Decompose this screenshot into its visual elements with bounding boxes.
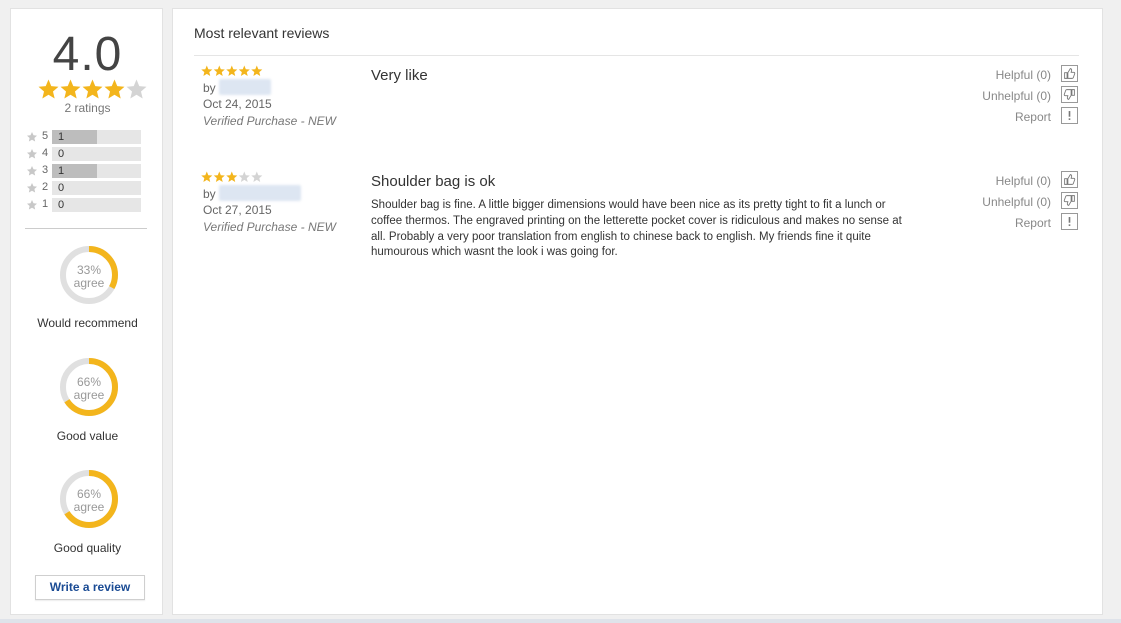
star-empty-icon — [251, 171, 263, 182]
rating-summary-panel: 4.0 2 ratings 5 1 4 0 3 1 2 0 1 0 33% ag… — [10, 8, 163, 615]
review-author-prefix: by — [203, 81, 216, 95]
metric-percent: 66% — [76, 487, 102, 501]
metric-label: Good value — [56, 429, 119, 443]
histogram-count: 0 — [58, 182, 65, 194]
verified-purchase: Verified Purchase - NEW — [203, 114, 336, 128]
donut-percent: 66% agree — [58, 376, 120, 402]
histogram-bar: 0 — [52, 181, 141, 195]
thumbs-down-icon[interactable] — [1061, 86, 1078, 103]
thumbs-up-icon[interactable] — [1061, 171, 1078, 188]
unhelpful-label: Unhelpful (0) — [982, 89, 1051, 103]
histogram-bar: 0 — [52, 198, 141, 212]
star-filled-icon — [238, 65, 250, 76]
bottom-edge — [0, 619, 1121, 623]
histogram-row-1[interactable]: 1 0 — [26, 197, 151, 214]
report-label: Report — [1014, 216, 1051, 230]
histogram-bar: 1 — [52, 130, 141, 144]
metric-agree: agree — [73, 276, 105, 290]
helpful-label: Helpful (0) — [995, 174, 1051, 188]
metric-percent: 66% — [76, 375, 102, 389]
donut-percent: 66% agree — [58, 488, 120, 514]
histogram-row-4[interactable]: 4 0 — [26, 146, 151, 163]
star-filled-icon — [201, 171, 213, 182]
review-author-prefix: by — [203, 187, 216, 201]
unhelpful-label: Unhelpful (0) — [982, 195, 1051, 209]
histogram-count: 1 — [58, 165, 65, 177]
histogram-row-3[interactable]: 3 1 — [26, 163, 151, 180]
verified-purchase: Verified Purchase - NEW — [203, 220, 336, 234]
exclamation-icon[interactable] — [1061, 107, 1078, 124]
star-filled-icon — [201, 65, 213, 76]
star-filled-icon — [60, 79, 81, 99]
histogram-count: 1 — [58, 131, 65, 143]
star-filled-icon — [38, 79, 59, 99]
histogram-star-label: 5 — [42, 130, 49, 142]
histogram-star-label: 4 — [42, 147, 49, 159]
histogram-row-5[interactable]: 5 1 — [26, 129, 151, 146]
rating-histogram: 5 1 4 0 3 1 2 0 1 0 — [26, 129, 151, 214]
histogram-star-label: 1 — [42, 198, 49, 210]
thumbs-down-icon[interactable] — [1061, 192, 1078, 209]
review-stars — [201, 171, 263, 182]
histogram-star-label: 2 — [42, 181, 49, 193]
review-body: Shoulder bag is fine. A little bigger di… — [371, 199, 902, 259]
write-review-button[interactable]: Write a review — [35, 575, 145, 600]
redacted-author — [219, 79, 271, 95]
review-date: Oct 24, 2015 — [203, 97, 272, 111]
histogram-star-label: 3 — [42, 164, 49, 176]
star-filled-icon — [251, 65, 263, 76]
star-filled-icon — [213, 171, 225, 182]
review-title: Shoulder bag is ok — [371, 173, 496, 190]
average-rating: 4.0 — [52, 28, 123, 81]
star-empty-icon — [126, 79, 147, 99]
histogram-bar: 1 — [52, 164, 141, 178]
verified-label: Verified Purchase - — [203, 220, 308, 234]
star-filled-icon — [104, 79, 125, 99]
verified-label: Verified Purchase - — [203, 114, 308, 128]
reviews-heading: Most relevant reviews — [194, 25, 330, 41]
ratings-count: 2 ratings — [64, 101, 111, 115]
star-filled-icon — [82, 79, 103, 99]
thumbs-up-icon[interactable] — [1061, 65, 1078, 82]
reviews-panel: Most relevant reviews by Oct 24, 2015 Ve… — [172, 8, 1103, 615]
divider — [194, 55, 1079, 56]
metric-percent: 33% — [76, 263, 102, 277]
histogram-bar: 0 — [52, 147, 141, 161]
review-date: Oct 27, 2015 — [203, 203, 272, 217]
histogram-row-2[interactable]: 2 0 — [26, 180, 151, 197]
histogram-count: 0 — [58, 148, 65, 160]
metric-agree: agree — [73, 500, 105, 514]
star-filled-icon — [226, 171, 238, 182]
average-stars — [38, 79, 147, 99]
divider — [25, 228, 147, 229]
metric-label: Good quality — [53, 541, 122, 555]
star-filled-icon — [213, 65, 225, 76]
star-empty-icon — [238, 171, 250, 182]
star-icon — [27, 132, 37, 142]
star-icon — [27, 166, 37, 176]
metric-label: Would recommend — [37, 316, 138, 330]
helpful-label: Helpful (0) — [995, 68, 1051, 82]
star-icon — [27, 149, 37, 159]
histogram-count: 0 — [58, 199, 65, 211]
donut-percent: 33% agree — [58, 264, 120, 290]
star-filled-icon — [226, 65, 238, 76]
star-icon — [27, 200, 37, 210]
review-stars — [201, 65, 263, 76]
review-title: Very like — [371, 67, 428, 84]
redacted-author — [219, 185, 301, 201]
exclamation-icon[interactable] — [1061, 213, 1078, 230]
star-icon — [27, 183, 37, 193]
report-label: Report — [1014, 110, 1051, 124]
metric-agree: agree — [73, 388, 105, 402]
item-condition: NEW — [307, 220, 336, 234]
item-condition: NEW — [307, 114, 336, 128]
